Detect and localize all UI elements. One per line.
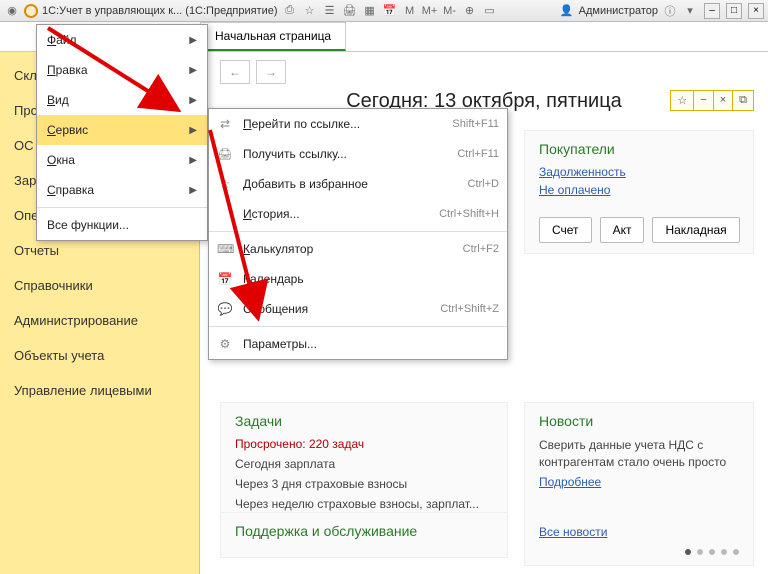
btn-invoice[interactable]: Счет <box>539 217 592 243</box>
submenu-history[interactable]: История...Ctrl+Shift+H <box>209 199 507 229</box>
menu-windows[interactable]: Окна▶ <box>37 145 207 175</box>
sidebar-item[interactable]: Справочники <box>0 268 199 303</box>
chat-icon: 💬 <box>217 302 233 316</box>
window-title: 1С:Учет в управляющих к... (1С:Предприят… <box>42 5 278 17</box>
menu-all-functions[interactable]: Все функции... <box>37 210 207 240</box>
news-title: Новости <box>539 413 739 429</box>
close-icon[interactable]: × <box>713 91 732 110</box>
link-more[interactable]: Подробнее <box>539 475 739 489</box>
pager-dots <box>539 549 739 555</box>
link-all-news[interactable]: Все новости <box>539 525 739 539</box>
toolbar-icon[interactable]: 📅 <box>382 3 398 19</box>
submenu-goto-link[interactable]: ⇄Перейти по ссылке...Shift+F11 <box>209 109 507 139</box>
dot[interactable] <box>733 549 739 555</box>
tasks-overdue: Просрочено: 220 задач <box>235 437 493 451</box>
dot[interactable] <box>721 549 727 555</box>
main-menu: Файл▶ Правка▶ Вид▶ Сервис▶ Окна▶ Справка… <box>36 24 208 241</box>
maximize-button[interactable]: □ <box>726 3 742 19</box>
titlebar: ◉ 1С:Учет в управляющих к... (1С:Предпри… <box>0 0 768 22</box>
task-line: Сегодня зарплата <box>235 457 493 471</box>
nav-arrows: ← → <box>220 60 748 84</box>
btn-act[interactable]: Акт <box>600 217 645 243</box>
user-icon: 👤 <box>559 3 575 19</box>
buyers-title: Покупатели <box>539 141 739 157</box>
submenu-calendar[interactable]: 📅Календарь <box>209 264 507 294</box>
submenu-get-link[interactable]: 🖨Получить ссылку...Ctrl+F11 <box>209 139 507 169</box>
service-submenu: ⇄Перейти по ссылке...Shift+F11 🖨Получить… <box>208 108 508 360</box>
dot[interactable] <box>685 549 691 555</box>
star-icon[interactable]: ☆ <box>671 91 693 110</box>
sidebar-item[interactable]: Объекты учета <box>0 338 199 373</box>
toolbar-icon[interactable]: ▦ <box>362 3 378 19</box>
link-debt[interactable]: Задолженность <box>539 165 739 179</box>
menu-view[interactable]: Вид▶ <box>37 85 207 115</box>
panel-toolbar: ☆ − × ⧉ <box>670 90 754 111</box>
highlight-circle <box>24 4 38 18</box>
app-icon: ◉ <box>4 3 20 19</box>
menu-help[interactable]: Справка▶ <box>37 175 207 205</box>
toolbar-icon[interactable]: 🖨 <box>342 3 358 19</box>
news-text: Сверить данные учета НДС с контрагентам … <box>539 437 739 471</box>
gear-icon: ⚙ <box>217 337 233 351</box>
dot[interactable] <box>697 549 703 555</box>
toolbar-icon[interactable]: M- <box>442 3 458 19</box>
submenu-add-favorite[interactable]: ☆Добавить в избранноеCtrl+D <box>209 169 507 199</box>
toolbar-icon[interactable]: ⊕ <box>462 3 478 19</box>
toolbar-icon[interactable]: M+ <box>422 3 438 19</box>
print-icon: 🖨 <box>217 147 233 161</box>
popout-icon[interactable]: ⧉ <box>732 91 753 110</box>
tasks-title: Задачи <box>235 413 493 429</box>
support-title: Поддержка и обслуживание <box>235 523 493 539</box>
menu-service[interactable]: Сервис▶ <box>37 115 207 145</box>
info-icon[interactable]: ⓘ <box>662 3 678 19</box>
link-unpaid[interactable]: Не оплачено <box>539 183 739 197</box>
back-button[interactable]: ← <box>220 60 250 84</box>
submenu-parameters[interactable]: ⚙Параметры... <box>209 329 507 359</box>
submenu-messages[interactable]: 💬СообщенияCtrl+Shift+Z <box>209 294 507 324</box>
user-label[interactable]: Администратор <box>579 5 658 17</box>
menu-file[interactable]: Файл▶ <box>37 25 207 55</box>
toolbar-icon[interactable]: ☆ <box>302 3 318 19</box>
toolbar-icon[interactable]: M <box>402 3 418 19</box>
sidebar-item[interactable]: Управление лицевыми <box>0 373 199 408</box>
close-button[interactable]: × <box>748 3 764 19</box>
forward-button[interactable]: → <box>256 60 286 84</box>
calc-icon: ⌨ <box>217 242 233 256</box>
dot[interactable] <box>709 549 715 555</box>
task-line: Через 3 дня страховые взносы <box>235 477 493 491</box>
dropdown-icon[interactable]: ▾ <box>682 3 698 19</box>
buyers-block: Покупатели Задолженность Не оплачено Сче… <box>524 130 754 254</box>
star-icon: ☆ <box>217 177 233 191</box>
toolbar-icon[interactable]: ▭ <box>482 3 498 19</box>
support-block: Поддержка и обслуживание <box>220 512 508 558</box>
task-line: Через неделю страховые взносы, зарплат..… <box>235 497 493 511</box>
news-block: Новости Сверить данные учета НДС с контр… <box>524 402 754 566</box>
calendar-icon: 📅 <box>217 272 233 286</box>
link-icon: ⇄ <box>217 117 233 131</box>
sidebar-item[interactable]: Администрирование <box>0 303 199 338</box>
toolbar-icon[interactable]: ⎙ <box>282 3 298 19</box>
minus-icon[interactable]: − <box>693 91 712 110</box>
btn-waybill[interactable]: Накладная <box>652 217 739 243</box>
submenu-calculator[interactable]: ⌨КалькуляторCtrl+F2 <box>209 234 507 264</box>
tab-home[interactable]: Начальная страница <box>200 22 346 51</box>
minimize-button[interactable]: – <box>704 3 720 19</box>
toolbar-icon[interactable]: ☰ <box>322 3 338 19</box>
menu-edit[interactable]: Правка▶ <box>37 55 207 85</box>
